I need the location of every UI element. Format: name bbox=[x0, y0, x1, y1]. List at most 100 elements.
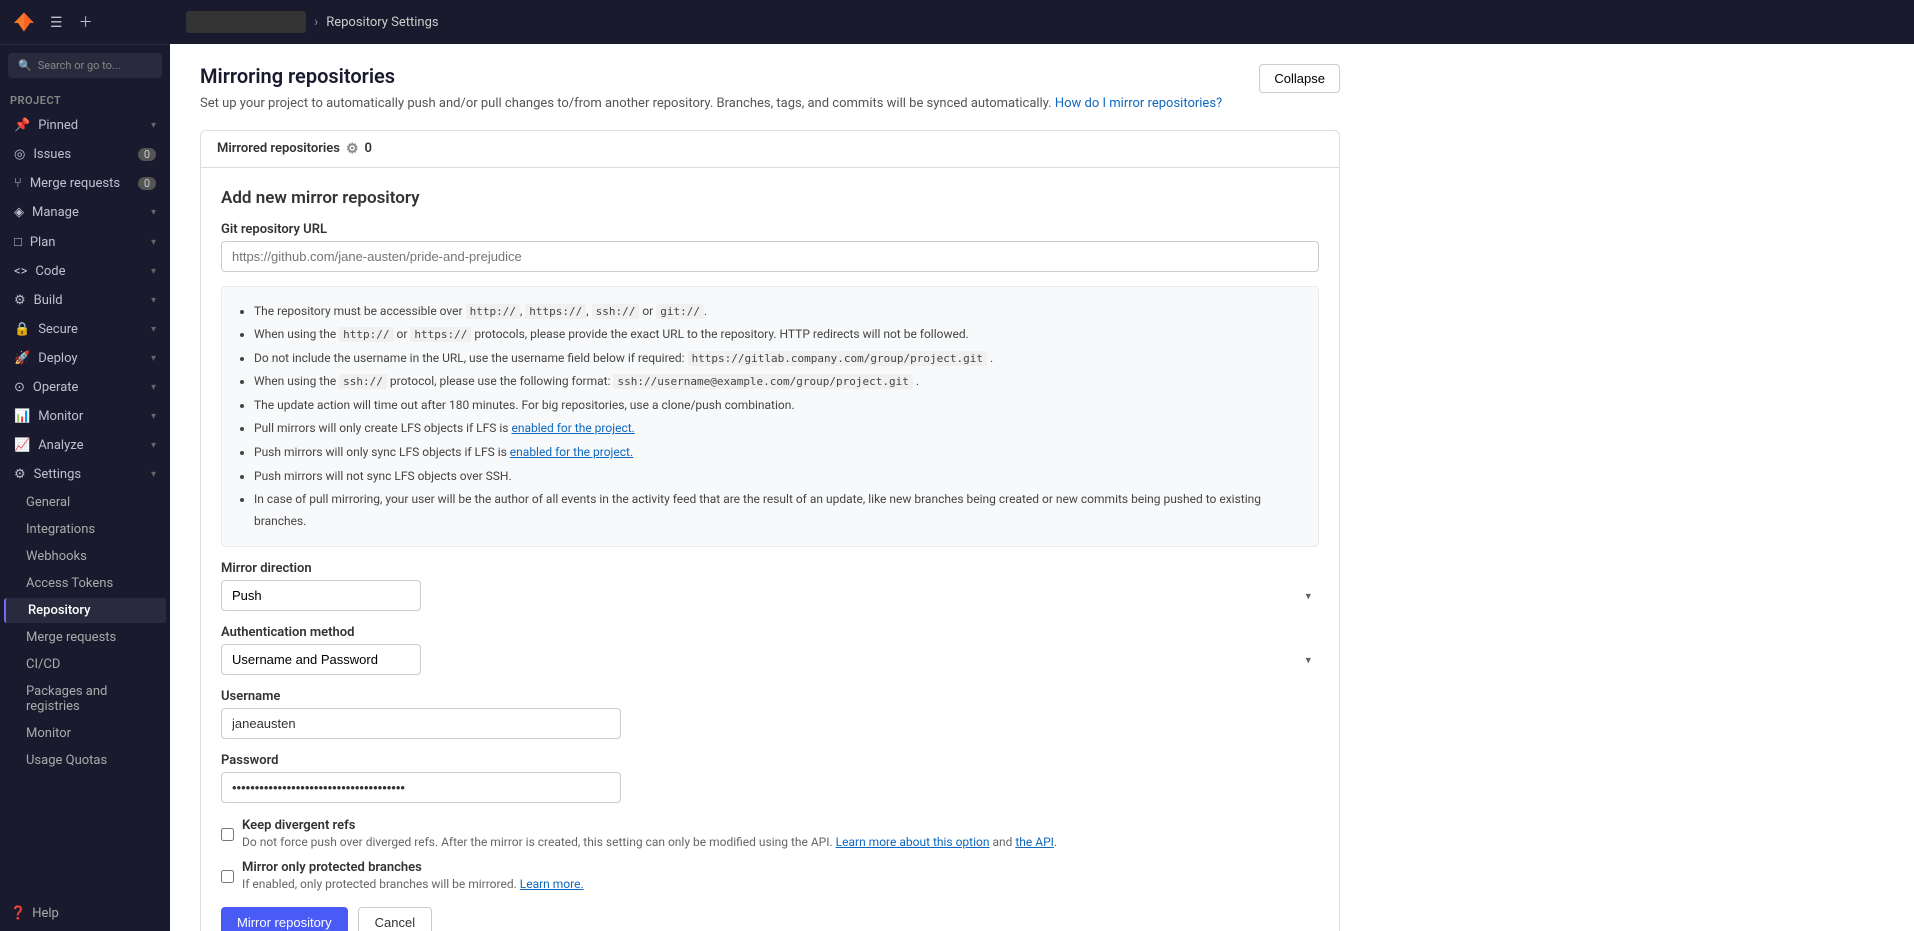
api-link[interactable]: the API bbox=[1015, 835, 1054, 849]
mirroring-desc: Set up your project to automatically pus… bbox=[200, 94, 1222, 114]
mirrored-repos-box: Mirrored repositories ⚙ 0 Add new mirror… bbox=[200, 130, 1340, 931]
sidebar-item-plan[interactable]: □Plan ▾ bbox=[4, 228, 166, 256]
sidebar-sub-access-tokens[interactable]: Access Tokens bbox=[4, 571, 166, 596]
git-url-group: Git repository URL bbox=[221, 222, 1319, 272]
sidebar-sub-merge-requests[interactable]: Merge requests bbox=[4, 625, 166, 650]
sidebar-item-code[interactable]: <>Code ▾ bbox=[4, 258, 166, 285]
sidebar-sub-packages-registries[interactable]: Packages and registries bbox=[4, 679, 166, 719]
mirror-protected-desc: If enabled, only protected branches will… bbox=[242, 877, 584, 891]
auth-method-select[interactable]: Username and Password SSH public key Non… bbox=[221, 644, 421, 675]
content-area: Mirroring repositories Set up your proje… bbox=[170, 44, 1914, 931]
sidebar-item-secure[interactable]: 🔒Secure ▾ bbox=[4, 316, 166, 343]
sidebar-item-monitor[interactable]: 📊Monitor ▾ bbox=[4, 403, 166, 430]
sidebar-sub-usage-quotas[interactable]: Usage Quotas bbox=[4, 748, 166, 773]
mirror-direction-group: Mirror direction Push Pull ▾ bbox=[221, 561, 1319, 611]
operate-icon: ⊙ bbox=[14, 380, 25, 395]
code-icon: <> bbox=[14, 264, 27, 279]
chevron-down-icon: ▾ bbox=[1305, 653, 1311, 666]
password-input[interactable] bbox=[221, 772, 621, 803]
mirroring-link[interactable]: How do I mirror repositories? bbox=[1055, 96, 1222, 111]
git-url-input[interactable] bbox=[221, 241, 1319, 272]
sidebar-item-issues[interactable]: ◎Issues 0 bbox=[4, 141, 166, 168]
sidebar-sub-repository[interactable]: Repository bbox=[4, 598, 166, 623]
new-item-btn[interactable]: ＋ bbox=[75, 10, 97, 34]
keep-divergent-group: Keep divergent refs Do not force push ov… bbox=[221, 817, 1319, 849]
learn-more-protected-link[interactable]: Learn more. bbox=[520, 877, 584, 891]
cancel-button[interactable]: Cancel bbox=[358, 907, 432, 931]
sidebar-item-deploy[interactable]: 🚀Deploy ▾ bbox=[4, 345, 166, 372]
sidebar-item-operate[interactable]: ⊙Operate ▾ bbox=[4, 374, 166, 401]
username-label: Username bbox=[221, 689, 1319, 704]
keep-divergent-text: Keep divergent refs Do not force push ov… bbox=[242, 817, 1057, 849]
mirrored-repos-label: Mirrored repositories bbox=[217, 141, 340, 156]
chevron-down-icon: ▾ bbox=[1305, 589, 1311, 602]
breadcrumb: › Repository Settings bbox=[186, 11, 439, 33]
info-bullet-8: Push mirrors will not sync LFS objects o… bbox=[254, 466, 1302, 488]
auth-method-wrapper: Username and Password SSH public key Non… bbox=[221, 644, 1319, 675]
gitlab-logo[interactable] bbox=[10, 8, 38, 36]
chevron-icon: ▾ bbox=[151, 324, 156, 335]
sidebar: ☰ ＋ 🔍 Search or go to... Project 📌Pinned… bbox=[0, 0, 170, 931]
mirroring-section-header: Mirroring repositories Set up your proje… bbox=[200, 64, 1340, 114]
chevron-icon: ▾ bbox=[151, 266, 156, 277]
info-bullet-5: The update action will time out after 18… bbox=[254, 395, 1302, 417]
analyze-icon: 📈 bbox=[14, 438, 30, 453]
mirror-protected-checkbox[interactable] bbox=[221, 862, 234, 891]
top-bar: › Repository Settings bbox=[170, 0, 1914, 44]
info-box: The repository must be accessible over h… bbox=[221, 286, 1319, 548]
settings-icon: ⚙ bbox=[14, 467, 26, 482]
project-section-label: Project bbox=[0, 86, 170, 111]
sidebar-item-analyze[interactable]: 📈Analyze ▾ bbox=[4, 432, 166, 459]
mirrored-repos-count: 0 bbox=[365, 141, 372, 156]
chevron-icon: ▾ bbox=[151, 237, 156, 248]
auth-method-label: Authentication method bbox=[221, 625, 1319, 640]
sidebar-item-settings[interactable]: ⚙Settings ▾ bbox=[4, 461, 166, 488]
info-bullet-7: Push mirrors will only sync LFS objects … bbox=[254, 442, 1302, 464]
plan-icon: □ bbox=[14, 234, 22, 250]
sidebar-sub-integrations[interactable]: Integrations bbox=[4, 517, 166, 542]
username-input[interactable] bbox=[221, 708, 621, 739]
help-label: Help bbox=[32, 906, 59, 921]
pin-icon: 📌 bbox=[14, 118, 30, 133]
username-group: Username bbox=[221, 689, 1319, 739]
search-bar[interactable]: 🔍 Search or go to... bbox=[8, 53, 162, 78]
mirror-direction-select[interactable]: Push Pull bbox=[221, 580, 421, 611]
mirrored-repos-header: Mirrored repositories ⚙ 0 bbox=[201, 131, 1339, 168]
info-bullet-4: When using the ssh:// protocol, please u… bbox=[254, 371, 1302, 393]
sidebar-item-merge-requests[interactable]: ⑂Merge requests 0 bbox=[4, 170, 166, 197]
learn-more-link[interactable]: Learn more about this option bbox=[836, 835, 990, 849]
git-url-label: Git repository URL bbox=[221, 222, 1319, 237]
settings-gear-icon: ⚙ bbox=[346, 141, 359, 157]
collapse-button[interactable]: Collapse bbox=[1259, 64, 1340, 93]
keep-divergent-desc: Do not force push over diverged refs. Af… bbox=[242, 835, 1057, 849]
mr-badge: 0 bbox=[138, 177, 156, 190]
main-area: › Repository Settings Mirroring reposito… bbox=[170, 0, 1914, 931]
info-bullet-3: Do not include the username in the URL, … bbox=[254, 348, 1302, 370]
search-placeholder: Search or go to... bbox=[38, 59, 121, 72]
sidebar-item-manage[interactable]: ◈Manage ▾ bbox=[4, 199, 166, 226]
help-icon: ❓ bbox=[10, 906, 26, 921]
password-group: Password bbox=[221, 753, 1319, 803]
sidebar-item-build[interactable]: ⚙Build ▾ bbox=[4, 287, 166, 314]
mirroring-title: Mirroring repositories bbox=[200, 64, 1222, 88]
help-item[interactable]: ❓ Help bbox=[0, 896, 170, 931]
sidebar-item-pinned[interactable]: 📌Pinned ▾ bbox=[4, 112, 166, 139]
sidebar-sub-webhooks[interactable]: Webhooks bbox=[4, 544, 166, 569]
add-mirror-form: Add new mirror repository Git repository… bbox=[201, 168, 1339, 931]
keep-divergent-label[interactable]: Keep divergent refs bbox=[242, 818, 355, 833]
mirror-repository-button[interactable]: Mirror repository bbox=[221, 907, 348, 931]
mirror-protected-label[interactable]: Mirror only protected branches bbox=[242, 860, 422, 875]
sidebar-sub-general[interactable]: General bbox=[4, 490, 166, 515]
keep-divergent-checkbox[interactable] bbox=[221, 820, 234, 849]
issues-badge: 0 bbox=[138, 148, 156, 161]
chevron-icon: ▾ bbox=[151, 353, 156, 364]
lfs-link-2[interactable]: enabled for the project. bbox=[510, 445, 633, 459]
mirror-direction-label: Mirror direction bbox=[221, 561, 1319, 576]
breadcrumb-project-bar bbox=[186, 11, 306, 33]
sidebar-sub-monitor[interactable]: Monitor bbox=[4, 721, 166, 746]
lfs-link-1[interactable]: enabled for the project. bbox=[511, 421, 634, 435]
auth-method-group: Authentication method Username and Passw… bbox=[221, 625, 1319, 675]
sidebar-toggle-btn[interactable]: ☰ bbox=[46, 12, 67, 33]
mirror-protected-text: Mirror only protected branches If enable… bbox=[242, 859, 584, 891]
sidebar-sub-cicd[interactable]: CI/CD bbox=[4, 652, 166, 677]
